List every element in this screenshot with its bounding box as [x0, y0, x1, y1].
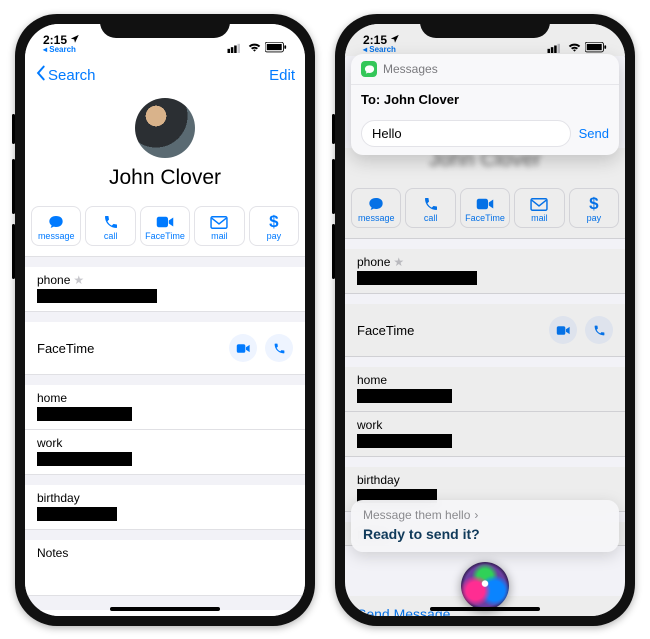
message-label: message [38, 231, 75, 241]
work-label: work [357, 418, 382, 432]
siri-prompt-text: Ready to send it? [363, 526, 607, 542]
facetime-label: FaceTime [465, 213, 505, 223]
message-button[interactable]: message [351, 188, 401, 228]
facetime-cell: FaceTime [345, 304, 625, 357]
message-icon [47, 213, 65, 231]
facetime-video-button[interactable] [229, 334, 257, 362]
nav-edit[interactable]: Edit [269, 67, 295, 84]
notes-label: Notes [37, 546, 68, 560]
phone-value-redacted [37, 289, 157, 303]
notch [420, 14, 550, 38]
call-label: call [424, 213, 438, 223]
status-indicators [227, 40, 287, 54]
phone-icon [103, 213, 119, 231]
facetime-button[interactable]: FaceTime [460, 188, 510, 228]
home-label: home [357, 373, 387, 387]
nav-back-label: Search [48, 67, 96, 84]
screen-left: 2:15 ◂ Search Search Edit [25, 24, 305, 616]
phone-icon [423, 195, 439, 213]
siri-hint-text: Message them hello [363, 508, 470, 522]
notch [100, 14, 230, 38]
dollar-icon: $ [269, 213, 278, 231]
nav-back[interactable]: Search [35, 65, 96, 85]
pay-label: pay [587, 213, 602, 223]
pay-label: pay [267, 231, 282, 241]
birthday-label: birthday [37, 491, 80, 505]
facetime-video-button[interactable] [549, 316, 577, 344]
phone-value-redacted [357, 271, 477, 285]
home-indicator[interactable] [430, 607, 540, 611]
home-indicator[interactable] [110, 607, 220, 611]
phone-label: phone [37, 273, 70, 287]
contact-name: John Clover [25, 166, 305, 190]
phone-label: phone [357, 255, 390, 269]
notes-cell[interactable]: Notes [25, 540, 305, 596]
video-icon [476, 195, 494, 213]
status-indicators [547, 40, 607, 54]
star-icon: ★ [73, 273, 84, 287]
facetime-label: FaceTime [145, 231, 185, 241]
call-label: call [104, 231, 118, 241]
home-cell[interactable]: home [25, 385, 305, 430]
dollar-icon: $ [589, 195, 598, 213]
phone-left: 2:15 ◂ Search Search Edit [15, 14, 315, 626]
work-cell[interactable]: work [25, 430, 305, 475]
mail-label: mail [531, 213, 548, 223]
messages-banner[interactable]: Messages To: John Clover Hello Send [351, 54, 619, 155]
video-icon [156, 213, 174, 231]
mail-label: mail [211, 231, 228, 241]
status-back-app[interactable]: ◂ Search [43, 46, 76, 54]
home-label: home [37, 391, 67, 405]
facetime-field-label: FaceTime [37, 341, 94, 356]
call-button[interactable]: call [85, 206, 135, 246]
message-draft-bubble[interactable]: Hello [361, 120, 571, 147]
send-button[interactable]: Send [579, 126, 609, 141]
birthday-cell[interactable]: birthday [25, 485, 305, 530]
screen-right: 2:15 ◂ Search Messages To: John Clover H [345, 24, 625, 616]
action-row: message call FaceTime mail $pay [345, 184, 625, 239]
birthday-value-redacted [37, 507, 117, 521]
message-label: message [358, 213, 395, 223]
banner-app-label: Messages [383, 62, 438, 76]
birthday-label: birthday [357, 473, 400, 487]
home-cell[interactable]: home [345, 367, 625, 412]
facetime-field-label: FaceTime [357, 323, 414, 338]
pay-button[interactable]: $pay [569, 188, 619, 228]
star-icon: ★ [393, 255, 404, 269]
phone-cell[interactable]: phone★ [345, 249, 625, 294]
action-row: message call FaceTime mail $ pay [25, 202, 305, 257]
avatar[interactable] [135, 98, 195, 158]
facetime-cell: FaceTime [25, 322, 305, 375]
siri-orb[interactable] [461, 562, 509, 610]
mail-icon [530, 195, 548, 213]
pay-button[interactable]: $ pay [249, 206, 299, 246]
message-icon [367, 195, 385, 213]
contact-header: John Clover [25, 94, 305, 202]
mail-button[interactable]: mail [514, 188, 564, 228]
work-label: work [37, 436, 62, 450]
phone-right: 2:15 ◂ Search Messages To: John Clover H [335, 14, 635, 626]
mail-icon [210, 213, 228, 231]
message-button[interactable]: message [31, 206, 81, 246]
mail-button[interactable]: mail [194, 206, 244, 246]
work-cell[interactable]: work [345, 412, 625, 457]
facetime-button[interactable]: FaceTime [140, 206, 190, 246]
chevron-right-icon: › [474, 508, 478, 522]
work-value-redacted [357, 434, 452, 448]
call-button[interactable]: call [405, 188, 455, 228]
facetime-audio-button[interactable] [585, 316, 613, 344]
work-value-redacted [37, 452, 132, 466]
home-value-redacted [357, 389, 452, 403]
siri-suggestion-card[interactable]: Message them hello › Ready to send it? [351, 500, 619, 552]
facetime-audio-button[interactable] [265, 334, 293, 362]
phone-cell[interactable]: phone★ [25, 267, 305, 312]
chevron-left-icon [35, 65, 46, 85]
messages-app-icon [361, 61, 377, 77]
home-value-redacted [37, 407, 132, 421]
banner-to-name: John Clover [384, 92, 459, 107]
banner-to-label: To: [361, 92, 380, 107]
status-back-app[interactable]: ◂ Search [363, 46, 396, 54]
nav-bar: Search Edit [25, 56, 305, 94]
